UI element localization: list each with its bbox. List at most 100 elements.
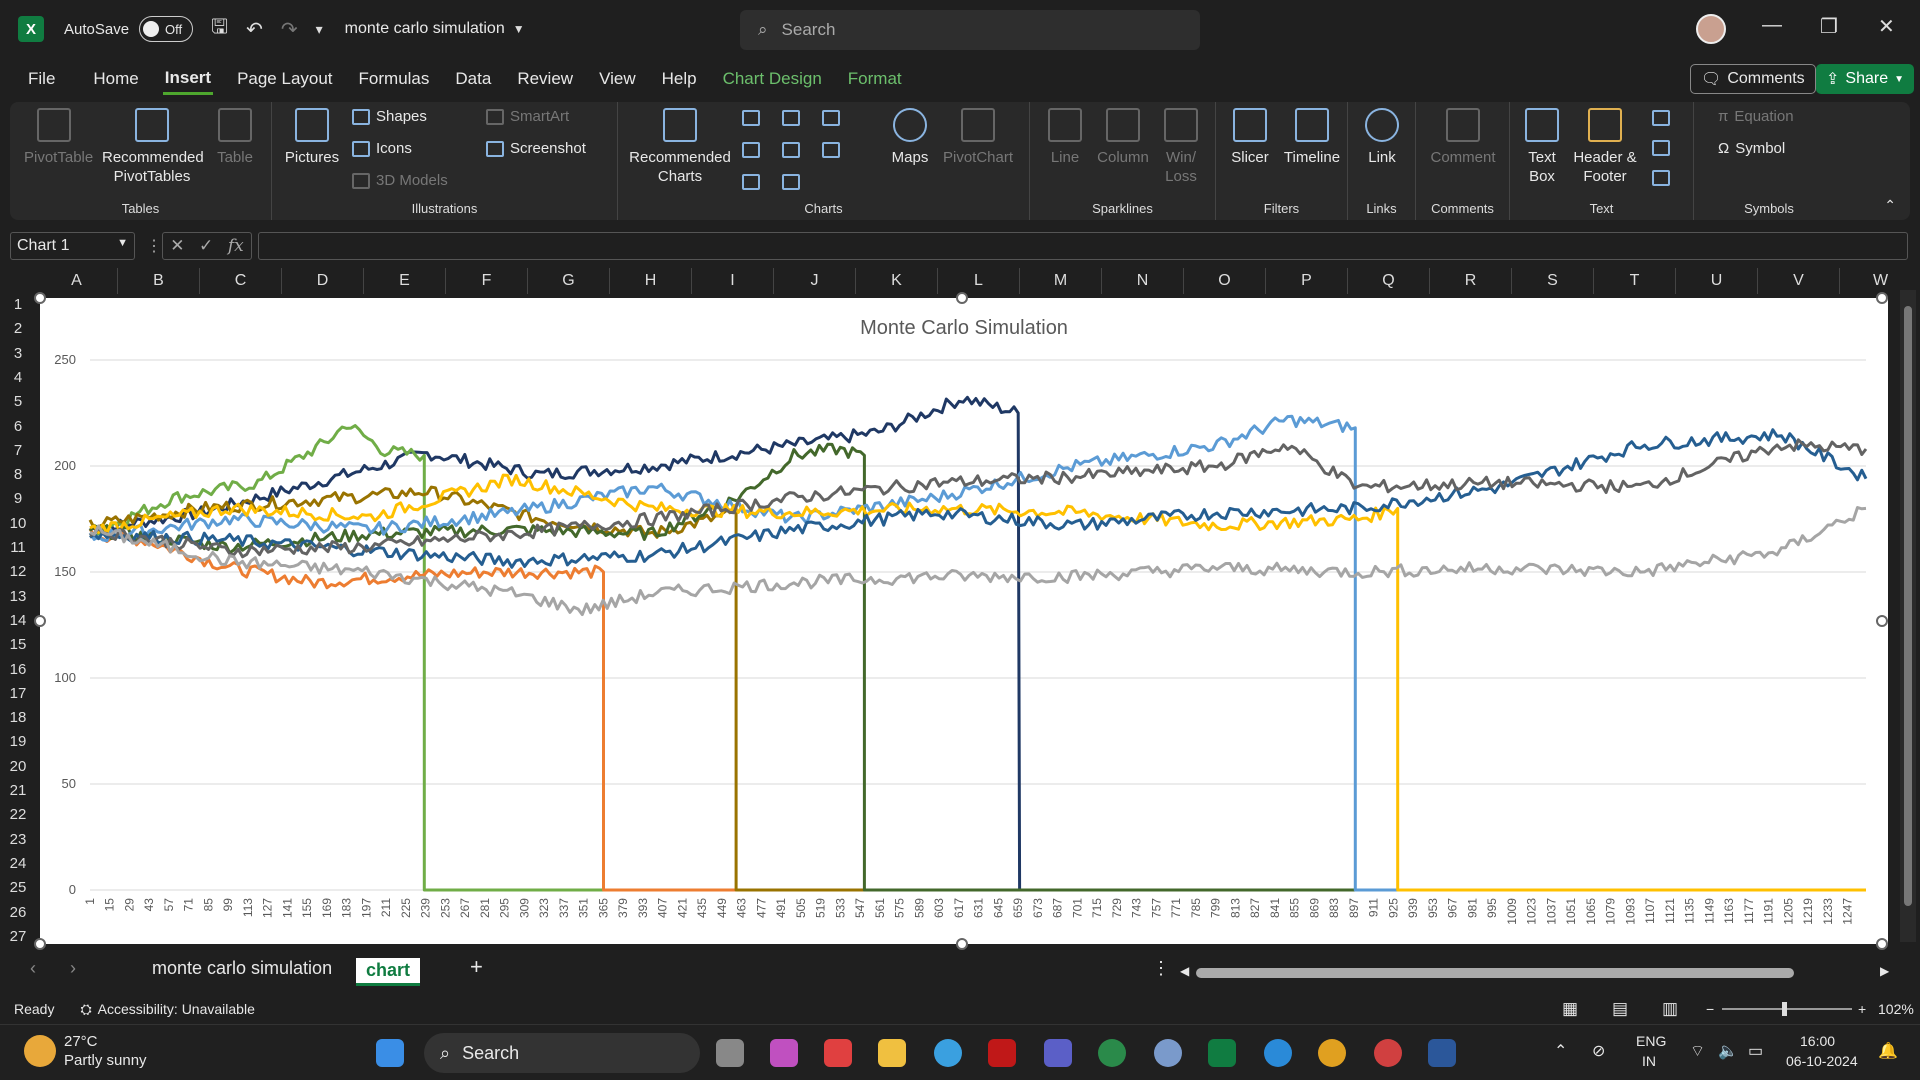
row-header[interactable]: 3 (0, 345, 36, 369)
scroll-thumb[interactable] (1904, 306, 1912, 906)
formula-input[interactable] (258, 232, 1908, 260)
column-header[interactable]: K (856, 268, 938, 294)
wordart-icon[interactable] (1652, 110, 1670, 126)
column-header[interactable]: J (774, 268, 856, 294)
page-break-view-icon[interactable]: ▥ (1662, 999, 1678, 1019)
row-header[interactable]: 10 (0, 515, 36, 539)
save-icon[interactable]: 🖫 (211, 12, 228, 46)
icons-button[interactable]: Icons (352, 140, 412, 157)
chrome-icon[interactable] (1318, 1039, 1346, 1067)
row-header[interactable]: 27 (0, 928, 36, 952)
row-header[interactable]: 8 (0, 466, 36, 490)
symbol-button[interactable]: Ω Symbol (1718, 140, 1785, 157)
store-icon[interactable] (824, 1039, 852, 1067)
statistic-chart-icon[interactable] (782, 142, 800, 158)
resize-handle[interactable] (1876, 938, 1888, 950)
row-header[interactable]: 2 (0, 320, 36, 344)
tab-insert[interactable]: Insert (162, 64, 214, 95)
volume-icon[interactable]: 🔈 (1718, 1041, 1738, 1061)
row-header[interactable]: 13 (0, 588, 36, 612)
notifications-icon[interactable]: 🔔 (1878, 1041, 1898, 1061)
more-options-icon[interactable]: ⋮ (1152, 958, 1170, 979)
chrome-profile-icon[interactable] (1374, 1039, 1402, 1067)
task-view-icon[interactable] (716, 1039, 744, 1067)
column-header[interactable]: E (364, 268, 446, 294)
screenshot-button[interactable]: Screenshot (486, 140, 586, 157)
column-header[interactable]: M (1020, 268, 1102, 294)
column-header[interactable]: L (938, 268, 1020, 294)
signature-line-icon[interactable] (1652, 140, 1670, 156)
cancel-icon[interactable]: ✕ (170, 236, 184, 256)
add-sheet-button[interactable]: + (470, 954, 483, 980)
tab-file[interactable]: File (26, 65, 57, 93)
row-header[interactable]: 1 (0, 296, 36, 320)
column-header[interactable]: S (1512, 268, 1594, 294)
resize-handle[interactable] (956, 292, 968, 304)
tab-view[interactable]: View (597, 65, 638, 93)
column-header[interactable]: I (692, 268, 774, 294)
row-header[interactable]: 11 (0, 539, 36, 563)
close-icon[interactable]: ✕ (1878, 14, 1895, 39)
row-header[interactable]: 15 (0, 636, 36, 660)
column-header[interactable]: A (36, 268, 118, 294)
header-footer-button[interactable]: Header & Footer (1570, 108, 1640, 186)
zoom-out-icon[interactable]: − (1706, 1001, 1714, 1017)
normal-view-icon[interactable]: ▦ (1562, 999, 1578, 1019)
recommended-pivottables-button[interactable]: Recommended PivotTables (102, 108, 204, 186)
share-button[interactable]: ⇪ Share ▼ (1816, 64, 1915, 94)
resize-handle[interactable] (34, 615, 46, 627)
search-box[interactable]: ⌕ Search (740, 10, 1200, 50)
customize-toolbar-icon[interactable]: ▾ (316, 21, 323, 38)
row-header[interactable]: 4 (0, 369, 36, 393)
row-header[interactable]: 6 (0, 418, 36, 442)
row-header[interactable]: 24 (0, 855, 36, 879)
object-icon[interactable] (1652, 170, 1670, 186)
chart[interactable]: Monte Carlo Simulation 0 50 100 150 200 250 1 15… (40, 298, 1888, 944)
tab-help[interactable]: Help (660, 65, 699, 93)
zoom-level[interactable]: 102% (1878, 1001, 1914, 1017)
app-icon[interactable] (1098, 1039, 1126, 1067)
page-layout-view-icon[interactable]: ▤ (1612, 999, 1628, 1019)
restore-icon[interactable]: ❐ (1820, 14, 1838, 39)
redo-icon[interactable]: ↷ (281, 17, 298, 42)
comments-button[interactable]: 🗨 Comments (1690, 64, 1816, 94)
resize-handle[interactable] (34, 292, 46, 304)
hierarchy-chart-icon[interactable] (782, 110, 800, 126)
file-explorer-icon[interactable] (878, 1039, 906, 1067)
smartart-button[interactable]: SmartArt (486, 108, 569, 125)
zoom-slider[interactable] (1722, 1002, 1852, 1016)
row-header[interactable]: 9 (0, 490, 36, 514)
horizontal-scrollbar[interactable] (1196, 968, 1794, 978)
pictures-button[interactable]: Pictures (282, 108, 342, 167)
timeline-button[interactable]: Timeline (1280, 108, 1344, 167)
vertical-scrollbar[interactable] (1900, 290, 1916, 942)
document-title[interactable]: monte carlo simulation (345, 20, 505, 38)
recommended-charts-button[interactable]: Recommended Charts (628, 108, 732, 186)
row-header[interactable]: 7 (0, 442, 36, 466)
scroll-right-icon[interactable]: ▶ (1880, 964, 1889, 978)
battery-icon[interactable]: ▭ (1748, 1041, 1763, 1061)
name-box[interactable]: Chart 1 ▼ (10, 232, 135, 260)
column-header[interactable]: C (200, 268, 282, 294)
scatter-chart-icon[interactable] (782, 174, 800, 190)
collapse-ribbon-icon[interactable]: ⌃ (1884, 197, 1896, 214)
row-header[interactable]: 20 (0, 758, 36, 782)
tab-format[interactable]: Format (846, 65, 904, 93)
undo-icon[interactable]: ↶ (246, 17, 263, 42)
sparkline-line-button[interactable]: Line (1040, 108, 1090, 167)
column-header[interactable]: D (282, 268, 364, 294)
row-header[interactable]: 19 (0, 733, 36, 757)
word-icon[interactable] (1428, 1039, 1456, 1067)
excel-icon[interactable] (1208, 1039, 1236, 1067)
edge-icon[interactable] (1264, 1039, 1292, 1067)
scroll-left-icon[interactable]: ◀ (1180, 964, 1189, 978)
prev-sheet-icon[interactable]: ‹ (30, 958, 36, 979)
lang-primary[interactable]: ENG (1636, 1033, 1666, 1049)
shapes-button[interactable]: Shapes (352, 108, 427, 125)
sparkline-column-button[interactable]: Column (1094, 108, 1152, 167)
column-header[interactable]: O (1184, 268, 1266, 294)
chevron-up-icon[interactable]: ⌃ (1554, 1041, 1567, 1061)
equation-button[interactable]: π Equation (1718, 108, 1794, 125)
row-header[interactable]: 16 (0, 661, 36, 685)
column-header[interactable]: R (1430, 268, 1512, 294)
